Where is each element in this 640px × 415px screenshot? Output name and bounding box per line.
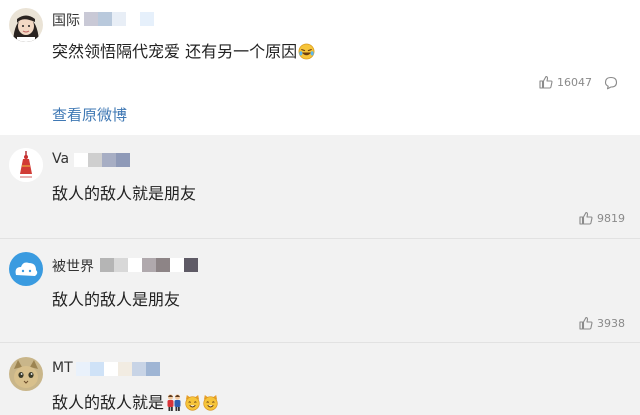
comment-like-count: 3938 bbox=[597, 316, 625, 330]
username-redaction bbox=[84, 12, 154, 26]
post-like-button[interactable]: 16047 bbox=[539, 75, 592, 89]
comment-item: Va 敌人的敌人就是朋友 9819 bbox=[0, 135, 640, 239]
comment-content: 敌人的敌人就是朋友 bbox=[52, 184, 197, 203]
original-post: 国际 突然领悟隔代宠爱 还有另一个原因 16047 查看原微博 bbox=[0, 0, 640, 135]
username-redaction bbox=[100, 258, 198, 272]
thumb-up-icon bbox=[579, 211, 593, 225]
thumb-up-icon bbox=[579, 316, 593, 330]
thumb-up-icon bbox=[539, 75, 553, 89]
comment-content: 敌人的敌人是朋友 bbox=[52, 290, 181, 309]
comment-like-count: 9819 bbox=[597, 211, 625, 225]
comment-username[interactable]: Va bbox=[52, 151, 69, 167]
comment-content-text: 敌人的敌人就是 bbox=[52, 393, 165, 412]
post-content-text: 突然领悟隔代宠爱 还有另一个原因 bbox=[52, 42, 298, 61]
comment-content: 敌人的敌人就是 bbox=[52, 389, 219, 413]
cat-face-emoji-icon bbox=[203, 394, 218, 411]
girl-avatar-icon bbox=[9, 8, 43, 42]
comment-item: MT 敌人的敌人就是 bbox=[0, 343, 640, 415]
comment-like-button[interactable]: 9819 bbox=[579, 211, 625, 225]
cat-face-emoji-icon bbox=[185, 394, 200, 411]
username-redaction bbox=[74, 153, 130, 167]
user-avatar[interactable] bbox=[9, 8, 43, 42]
post-username[interactable]: 国际 bbox=[52, 10, 80, 30]
post-like-count: 16047 bbox=[557, 75, 592, 89]
comment-username[interactable]: 被世界 bbox=[52, 256, 94, 276]
cat-avatar-icon bbox=[9, 357, 43, 391]
username-redaction bbox=[76, 362, 160, 376]
comment-avatar[interactable] bbox=[9, 357, 43, 391]
laugh-cry-emoji-icon bbox=[298, 43, 315, 59]
comment-icon[interactable] bbox=[604, 76, 618, 90]
comment-like-button[interactable]: 3938 bbox=[579, 316, 625, 330]
comment-item: 被世界 敌人的敌人是朋友 3938 bbox=[0, 239, 640, 343]
comment-list: Va 敌人的敌人就是朋友 9819 被世界 敌人的敌人是朋友 3938 MT 敌… bbox=[0, 135, 640, 415]
cloud-avatar-icon bbox=[9, 252, 43, 286]
red-tassel-avatar-icon bbox=[9, 148, 43, 182]
comment-avatar[interactable] bbox=[9, 252, 43, 286]
view-original-link[interactable]: 查看原微博 bbox=[52, 104, 127, 125]
couple-emoji-icon bbox=[167, 394, 181, 411]
post-content: 突然领悟隔代宠爱 还有另一个原因 bbox=[52, 38, 315, 62]
comment-avatar[interactable] bbox=[9, 148, 43, 182]
comment-username[interactable]: MT bbox=[52, 360, 73, 376]
